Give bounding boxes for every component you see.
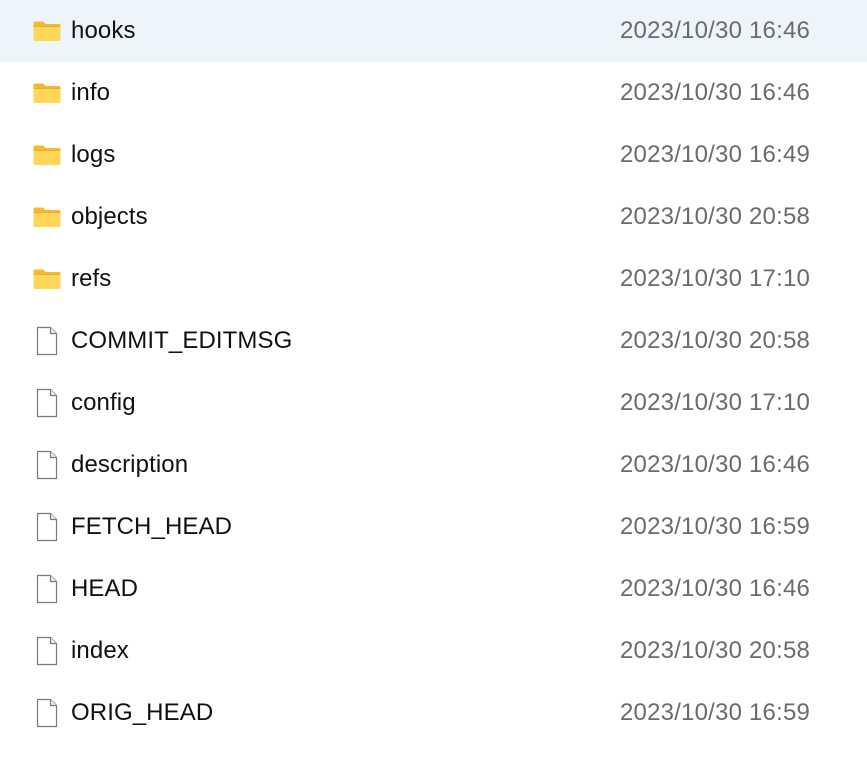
list-item[interactable]: info 2023/10/30 16:46 bbox=[0, 62, 867, 124]
file-icon bbox=[32, 574, 62, 604]
file-name: info bbox=[71, 79, 111, 106]
file-list: hooks 2023/10/30 16:46 info 2023/10/30 1… bbox=[0, 0, 867, 763]
date-modified: 2023/10/30 16:46 bbox=[620, 17, 811, 44]
date-modified: 2023/10/30 20:58 bbox=[620, 327, 811, 354]
list-item[interactable]: description 2023/10/30 16:46 bbox=[0, 434, 867, 496]
file-name: logs bbox=[71, 141, 116, 168]
date-modified: 2023/10/30 16:49 bbox=[620, 141, 811, 168]
file-name: ORIG_HEAD bbox=[71, 699, 214, 726]
date-modified: 2023/10/30 16:59 bbox=[620, 699, 811, 726]
file-name: index bbox=[71, 637, 129, 664]
list-item[interactable]: HEAD 2023/10/30 16:46 bbox=[0, 558, 867, 620]
file-icon bbox=[32, 512, 62, 542]
date-modified: 2023/10/30 16:46 bbox=[620, 451, 811, 478]
folder-icon bbox=[32, 16, 62, 46]
list-item[interactable]: logs 2023/10/30 16:49 bbox=[0, 124, 867, 186]
list-item[interactable]: COMMIT_EDITMSG 2023/10/30 20:58 bbox=[0, 310, 867, 372]
file-icon bbox=[32, 388, 62, 418]
file-icon bbox=[32, 450, 62, 480]
file-icon bbox=[32, 636, 62, 666]
list-item[interactable]: hooks 2023/10/30 16:46 bbox=[0, 0, 867, 62]
date-modified: 2023/10/30 20:58 bbox=[620, 203, 811, 230]
list-item[interactable]: FETCH_HEAD 2023/10/30 16:59 bbox=[0, 496, 867, 558]
folder-icon bbox=[32, 78, 62, 108]
date-modified: 2023/10/30 16:59 bbox=[620, 513, 811, 540]
file-name: HEAD bbox=[71, 575, 139, 602]
folder-icon bbox=[32, 140, 62, 170]
file-name: config bbox=[71, 389, 136, 416]
file-icon bbox=[32, 326, 62, 356]
list-item[interactable]: index 2023/10/30 20:58 bbox=[0, 620, 867, 682]
file-name: COMMIT_EDITMSG bbox=[71, 327, 293, 354]
date-modified: 2023/10/30 17:10 bbox=[620, 265, 811, 292]
date-modified: 2023/10/30 16:46 bbox=[620, 79, 811, 106]
date-modified: 2023/10/30 17:10 bbox=[620, 389, 811, 416]
list-item[interactable]: objects 2023/10/30 20:58 bbox=[0, 186, 867, 248]
file-name: FETCH_HEAD bbox=[71, 513, 233, 540]
file-icon bbox=[32, 698, 62, 728]
folder-icon bbox=[32, 202, 62, 232]
list-item[interactable]: refs 2023/10/30 17:10 bbox=[0, 248, 867, 310]
file-name: refs bbox=[71, 265, 112, 292]
folder-icon bbox=[32, 264, 62, 294]
file-name: objects bbox=[71, 203, 148, 230]
list-item[interactable]: ORIG_HEAD 2023/10/30 16:59 bbox=[0, 682, 867, 744]
date-modified: 2023/10/30 20:58 bbox=[620, 637, 811, 664]
date-modified: 2023/10/30 16:46 bbox=[620, 575, 811, 602]
file-name: description bbox=[71, 451, 189, 478]
list-item[interactable]: config 2023/10/30 17:10 bbox=[0, 372, 867, 434]
file-name: hooks bbox=[71, 17, 136, 44]
